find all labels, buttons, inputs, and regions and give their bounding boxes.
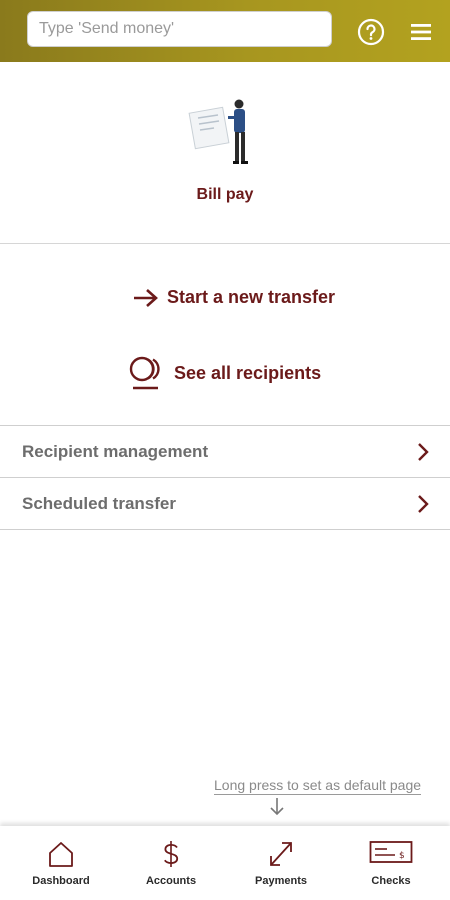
help-icon[interactable] [357, 18, 385, 46]
tab-label: Dashboard [32, 875, 90, 887]
svg-text:$: $ [399, 851, 405, 861]
start-new-transfer-label: Start a new transfer [167, 287, 336, 307]
tab-checks[interactable]: $ Checks [336, 826, 446, 900]
bottom-tab-bar: Dashboard Accounts Payments $ Checks [0, 826, 450, 900]
tab-label: Checks [371, 875, 411, 887]
check-icon: $ [369, 841, 413, 863]
arrow-right-icon [134, 288, 158, 307]
bill-pay-label: Bill pay [196, 186, 254, 203]
chevron-right-icon [418, 494, 429, 513]
see-all-recipients-label: See all recipients [174, 362, 322, 383]
top-header: Type 'Send money' [0, 0, 450, 62]
see-all-recipients-button[interactable]: See all recipients [128, 355, 321, 391]
tab-dashboard[interactable]: Dashboard [6, 826, 116, 900]
bill-pay-illustration-icon [188, 99, 248, 164]
tab-payments[interactable]: Payments [226, 826, 336, 900]
default-page-hint: Long press to set as default page [214, 777, 422, 795]
bill-pay-section[interactable]: Bill pay [0, 62, 450, 244]
list-item-scheduled-transfer[interactable]: Scheduled transfer [0, 477, 450, 530]
search-placeholder: Type 'Send money' [39, 20, 175, 37]
dollar-icon [164, 841, 179, 867]
tab-accounts[interactable]: Accounts [116, 826, 226, 900]
search-input[interactable]: Type 'Send money' [27, 11, 332, 47]
tab-label: Payments [255, 875, 307, 887]
tab-label: Accounts [145, 875, 197, 887]
recipients-coins-icon [129, 356, 160, 390]
list-item-recipient-management[interactable]: Recipient management [0, 425, 450, 478]
start-new-transfer-button[interactable]: Start a new transfer [133, 287, 335, 308]
chevron-right-icon [418, 443, 429, 461]
transfer-arrows-icon [270, 842, 292, 866]
hamburger-menu-icon[interactable] [409, 20, 433, 44]
list-item-label: Recipient management [22, 442, 209, 461]
arrow-down-icon [270, 798, 284, 816]
list-item-label: Scheduled transfer [22, 493, 176, 513]
home-icon [49, 842, 73, 867]
